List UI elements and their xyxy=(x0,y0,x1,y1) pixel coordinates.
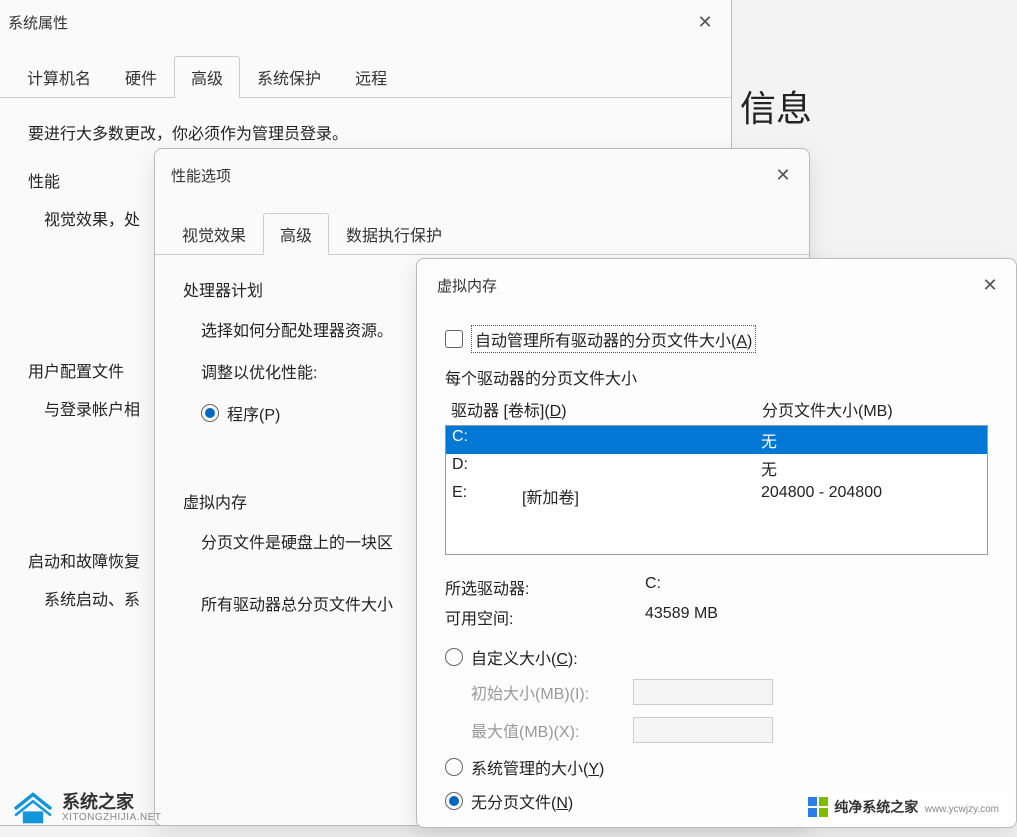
watermark-domain: XITONGZHIJIA.NET xyxy=(62,812,162,823)
selected-drive-label: 所选驱动器: xyxy=(445,575,645,599)
tab-advanced[interactable]: 高级 xyxy=(174,56,240,98)
tab-dep[interactable]: 数据执行保护 xyxy=(329,213,459,255)
selected-drive-value: C: xyxy=(645,575,988,599)
watermark-name: 纯净系统之家 xyxy=(834,799,918,815)
drive-label xyxy=(522,428,761,452)
tab-advanced[interactable]: 高级 xyxy=(263,213,329,255)
available-space-label: 可用空间: xyxy=(445,605,645,629)
tab-remote[interactable]: 远程 xyxy=(338,56,404,98)
col-drive: 驱动器 [卷标](D) xyxy=(451,397,567,421)
radio-system-managed[interactable] xyxy=(445,758,463,776)
drive-row[interactable]: C: 无 xyxy=(446,426,987,454)
tab-system-protection[interactable]: 系统保护 xyxy=(240,56,338,98)
titlebar: 系统属性 ✕ xyxy=(0,0,731,44)
tab-visual-effects[interactable]: 视觉效果 xyxy=(165,213,263,255)
close-icon[interactable]: ✕ xyxy=(689,6,721,38)
radio-programs[interactable] xyxy=(201,404,219,422)
virtual-memory-window: 虚拟内存 ✕ 自动管理所有驱动器的分页文件大小(A) 每个驱动器的分页文件大小 … xyxy=(416,258,1017,828)
initial-size-label: 初始大小(MB)(I): xyxy=(471,680,621,704)
radio-no-paging-label: 无分页文件(N) xyxy=(471,789,573,813)
titlebar: 性能选项 ✕ xyxy=(155,149,809,201)
col-size: 分页文件大小(MB) xyxy=(762,397,982,421)
window-title: 系统属性 xyxy=(8,12,68,33)
drive-label: [新加卷] xyxy=(522,484,761,508)
watermark-domain: www.ycwjzy.com xyxy=(925,804,999,815)
tabs: 计算机名 硬件 高级 系统保护 远程 xyxy=(0,56,731,98)
watermark-right: 纯净系统之家 www.ycwjzy.com xyxy=(800,793,1007,821)
tabs: 视觉效果 高级 数据执行保护 xyxy=(155,213,809,255)
drive-letter: E: xyxy=(452,484,522,508)
drive-letter: C: xyxy=(452,428,522,452)
radio-programs-label: 程序(P) xyxy=(227,401,280,425)
radio-custom-size-label: 自定义大小(C): xyxy=(471,645,578,669)
checkbox-auto-manage[interactable] xyxy=(445,330,463,348)
background-heading: 信息 xyxy=(740,80,812,132)
drive-row[interactable]: D: 无 xyxy=(446,454,987,482)
watermark-name: 系统之家 xyxy=(62,793,162,813)
max-size-input[interactable] xyxy=(633,717,773,743)
drive-letter: D: xyxy=(452,456,522,480)
drive-row[interactable]: E: [新加卷] 204800 - 204800 xyxy=(446,482,987,510)
windows-icon xyxy=(808,797,828,817)
drive-list-header: 驱动器 [卷标](D) 分页文件大小(MB) xyxy=(445,397,988,425)
drive-size: 204800 - 204800 xyxy=(761,484,981,508)
window-body: 自动管理所有驱动器的分页文件大小(A) 每个驱动器的分页文件大小 驱动器 [卷标… xyxy=(417,311,1016,837)
window-title: 虚拟内存 xyxy=(437,275,497,296)
titlebar: 虚拟内存 ✕ xyxy=(417,259,1016,311)
available-space-value: 43589 MB xyxy=(645,605,988,629)
window-title: 性能选项 xyxy=(171,165,231,186)
close-icon[interactable]: ✕ xyxy=(767,159,799,191)
radio-custom-size[interactable] xyxy=(445,648,463,666)
radio-system-managed-label: 系统管理的大小(Y) xyxy=(471,755,604,779)
intro-text: 要进行大多数更改，你必须作为管理员登录。 xyxy=(28,120,703,144)
house-icon xyxy=(12,791,54,825)
radio-no-paging[interactable] xyxy=(445,792,463,810)
close-icon[interactable]: ✕ xyxy=(974,269,1006,301)
max-size-label: 最大值(MB)(X): xyxy=(471,718,621,742)
checkbox-auto-manage-label: 自动管理所有驱动器的分页文件大小(A) xyxy=(471,325,756,353)
per-drive-label: 每个驱动器的分页文件大小 xyxy=(445,365,988,389)
drive-size: 无 xyxy=(761,456,981,480)
drive-list[interactable]: C: 无 D: 无 E: [新加卷] 204800 - 204800 xyxy=(445,425,988,555)
drive-label xyxy=(522,456,761,480)
tab-hardware[interactable]: 硬件 xyxy=(108,56,174,98)
tab-computer-name[interactable]: 计算机名 xyxy=(10,56,108,98)
initial-size-input[interactable] xyxy=(633,679,773,705)
drive-size: 无 xyxy=(761,428,981,452)
watermark-left: 系统之家 XITONGZHIJIA.NET xyxy=(12,791,162,825)
